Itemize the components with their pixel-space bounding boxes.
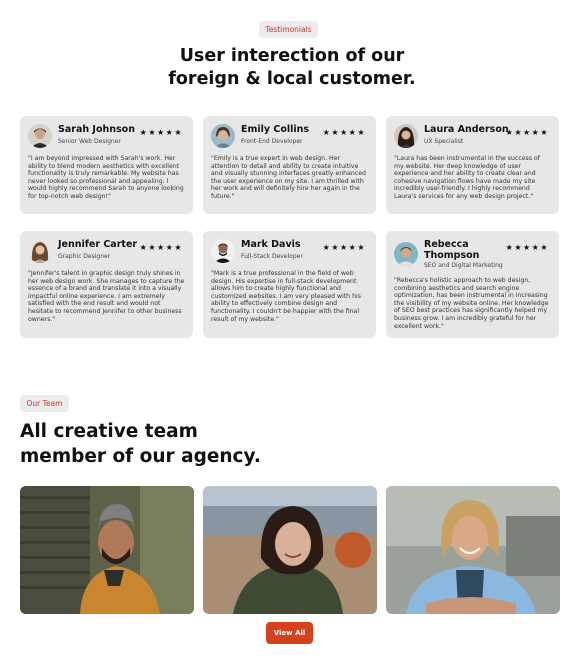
team-member-photo	[203, 486, 377, 614]
rating-stars: ★★★★★	[505, 243, 549, 252]
avatar	[211, 239, 235, 263]
testimonial-text: "Rebecca's holistic approach to web desi…	[394, 277, 549, 330]
testimonial-card: Jennifer Carter Graphic Designer ★★★★★ "…	[20, 231, 193, 338]
testimonials-badge: Testimonials	[259, 21, 318, 38]
reviewer-role: Full-Stack Developer	[241, 253, 303, 260]
team-member-photo	[386, 486, 560, 614]
reviewer-role: Graphic Designer	[58, 253, 111, 260]
team-heading-line2: member of our agency.	[20, 446, 261, 467]
reviewer-name: Laura Anderson	[424, 124, 509, 135]
avatar	[394, 242, 418, 266]
reviewer-name: Rebecca Thompson	[424, 239, 479, 261]
team-member-photo	[20, 486, 194, 614]
avatar	[211, 124, 235, 148]
testimonial-text: "Laura has been instrumental in the succ…	[394, 155, 540, 200]
testimonial-card: Sarah Johnson Senior Web Designer ★★★★★ …	[20, 116, 193, 214]
testimonial-text: "I am beyond impressed with Sarah's work…	[28, 155, 184, 200]
rating-stars: ★★★★★	[322, 243, 366, 252]
reviewer-role: Senior Web Designer	[58, 138, 121, 145]
testimonial-text: "Emily is a true expert in web design. H…	[211, 155, 366, 200]
reviewer-name-line1: Rebecca	[424, 239, 469, 250]
rating-stars: ★★★★★	[322, 128, 366, 137]
reviewer-role: UX Specialist	[424, 138, 464, 145]
rating-stars: ★★★★★	[505, 128, 549, 137]
testimonial-text: "Jennifer's talent in graphic design tru…	[28, 270, 185, 323]
reviewer-name: Sarah Johnson	[58, 124, 135, 135]
testimonial-text: "Mark is a true professional in the fiel…	[211, 270, 361, 323]
testimonials-heading-line2: foreign & local customer.	[168, 69, 416, 89]
reviewer-role: SEO and Digital Marketing	[424, 262, 503, 269]
testimonial-card: Laura Anderson UX Specialist ★★★★★ "Laur…	[386, 116, 559, 214]
avatar	[28, 239, 52, 263]
rating-stars: ★★★★★	[139, 128, 183, 137]
reviewer-name: Emily Collins	[241, 124, 310, 135]
testimonials-heading: User interection of our foreign & local …	[0, 45, 584, 91]
team-heading-line1: All creative team	[20, 421, 198, 442]
avatar	[28, 124, 52, 148]
view-all-button[interactable]: View All	[266, 622, 313, 644]
testimonial-card: Emily Collins Front-End Developer ★★★★★ …	[203, 116, 376, 214]
rating-stars: ★★★★★	[139, 243, 183, 252]
reviewer-name-line2: Thompson	[424, 250, 480, 261]
reviewer-role: Front-End Developer	[241, 138, 303, 145]
testimonials-heading-line1: User interection of our	[179, 46, 405, 66]
reviewer-name: Mark Davis	[241, 239, 301, 250]
reviewer-name: Jennifer Carter	[58, 239, 138, 250]
testimonial-card: Rebecca Thompson SEO and Digital Marketi…	[386, 231, 559, 338]
team-heading: All creative team member of our agency.	[20, 419, 261, 469]
avatar	[394, 124, 418, 148]
testimonial-card: Mark Davis Full-Stack Developer ★★★★★ "M…	[203, 231, 376, 338]
team-badge: Our Team	[20, 395, 69, 412]
